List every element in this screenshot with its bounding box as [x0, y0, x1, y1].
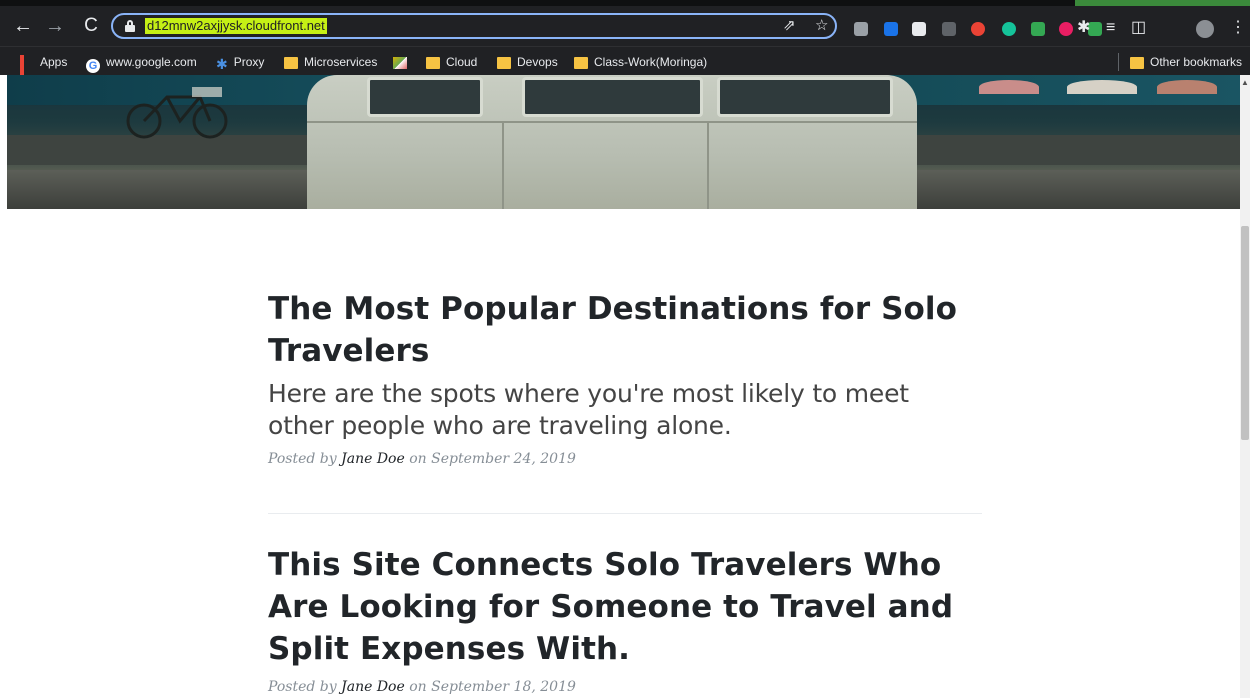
browser-toolbar: ← → C d12mnw2axjjysk.cloudfront.net ⇗ ☆ …: [0, 0, 1250, 47]
apps-grid-icon: [20, 55, 34, 91]
scrollbar-thumb[interactable]: [1241, 226, 1249, 440]
meta-prefix: Posted by: [268, 451, 337, 467]
extension-3-icon[interactable]: [912, 22, 926, 36]
lock-icon[interactable]: [125, 20, 135, 32]
bookmark-proxy[interactable]: ✱ Proxy: [216, 54, 265, 72]
post-preview: The Most Popular Destinations for Solo T…: [268, 288, 982, 468]
bookmark-apps[interactable]: Apps: [20, 54, 68, 91]
umbrella-image: [1157, 80, 1217, 94]
address-bar[interactable]: d12mnw2axjjysk.cloudfront.net ⇗ ☆: [111, 13, 837, 39]
back-button[interactable]: ←: [12, 16, 34, 36]
post-divider: [268, 513, 982, 514]
van-image: [307, 75, 917, 209]
bookmark-devops[interactable]: Devops: [497, 54, 558, 70]
reading-list-icon[interactable]: ≡: [1106, 20, 1115, 36]
image-bookmark-icon: [393, 57, 407, 69]
bookmark-label: Microservices: [304, 55, 378, 69]
post-author-link[interactable]: Jane Doe: [341, 679, 405, 695]
browser-menu-icon[interactable]: ⋮: [1230, 20, 1246, 36]
bookmark-label: www.google.com: [106, 55, 197, 69]
post-meta: Posted by Jane Doe on September 18, 2019: [268, 678, 982, 696]
meta-on: on: [409, 679, 427, 695]
bookmark-label: Devops: [517, 55, 558, 69]
bookmark-star-icon[interactable]: ☆: [815, 16, 828, 34]
umbrella-image: [1067, 80, 1137, 94]
bookmark-class-work[interactable]: Class-Work(Moringa): [574, 54, 707, 70]
bookmark-label: Other bookmarks: [1150, 55, 1243, 69]
umbrella-image: [979, 80, 1039, 94]
extension-8-icon[interactable]: [1059, 22, 1073, 36]
post-date: September 24, 2019: [431, 451, 576, 467]
folder-icon: [284, 57, 298, 69]
bicycle-image: [126, 87, 228, 139]
bookmark-label: Apps: [40, 55, 68, 69]
url-text[interactable]: d12mnw2axjjysk.cloudfront.net: [145, 18, 327, 34]
profile-avatar-icon[interactable]: [1196, 20, 1214, 38]
reload-button[interactable]: C: [80, 16, 102, 36]
bookmark-cloud[interactable]: Cloud: [426, 54, 477, 70]
hero-image: [7, 75, 1240, 209]
post-date: September 18, 2019: [431, 679, 576, 695]
grammarly-icon[interactable]: [1002, 22, 1016, 36]
post-author-link[interactable]: Jane Doe: [341, 451, 405, 467]
folder-icon: [1130, 57, 1144, 69]
extension-1-icon[interactable]: [854, 22, 868, 36]
bookmark-microservices[interactable]: Microservices: [284, 54, 377, 70]
bookmark-label: Cloud: [446, 55, 478, 69]
extension-7-icon[interactable]: [1031, 22, 1045, 36]
folder-icon: [574, 57, 588, 69]
post-title-link[interactable]: This Site Connects Solo Travelers Who Ar…: [268, 544, 982, 670]
extension-5-icon[interactable]: [971, 22, 985, 36]
folder-icon: [426, 57, 440, 69]
bookmarks-separator: [1118, 53, 1119, 71]
bookmark-google[interactable]: Gwww.google.com: [86, 54, 197, 73]
post-subtitle[interactable]: Here are the spots where you're most lik…: [268, 378, 982, 442]
forward-button[interactable]: →: [44, 16, 66, 36]
extensions-puzzle-icon[interactable]: ✱: [1077, 20, 1090, 36]
other-bookmarks[interactable]: Other bookmarks: [1130, 54, 1242, 70]
side-panel-icon[interactable]: ◫: [1131, 20, 1146, 36]
active-tab-accent[interactable]: [1075, 0, 1250, 6]
google-icon: G: [86, 59, 100, 73]
post-preview: This Site Connects Solo Travelers Who Ar…: [268, 544, 982, 696]
meta-on: on: [409, 451, 427, 467]
extension-2-icon[interactable]: [884, 22, 898, 36]
bookmark-label: Class-Work(Moringa): [594, 55, 708, 69]
meta-prefix: Posted by: [268, 679, 337, 695]
bookmark-image[interactable]: [393, 54, 413, 70]
folder-icon: [497, 57, 511, 69]
bookmark-label: Proxy: [233, 55, 265, 69]
post-meta: Posted by Jane Doe on September 24, 2019: [268, 450, 982, 468]
gear-icon: ✱: [216, 56, 228, 72]
post-title-link[interactable]: The Most Popular Destinations for Solo T…: [268, 288, 982, 372]
extension-4-icon[interactable]: [942, 22, 956, 36]
scroll-up-arrow[interactable]: ▲: [1240, 78, 1250, 88]
share-icon[interactable]: ⇗: [783, 16, 796, 34]
bookmarks-bar: Apps Gwww.google.com ✱ Proxy Microservice…: [0, 47, 1250, 91]
tab-strip: [0, 0, 1250, 6]
